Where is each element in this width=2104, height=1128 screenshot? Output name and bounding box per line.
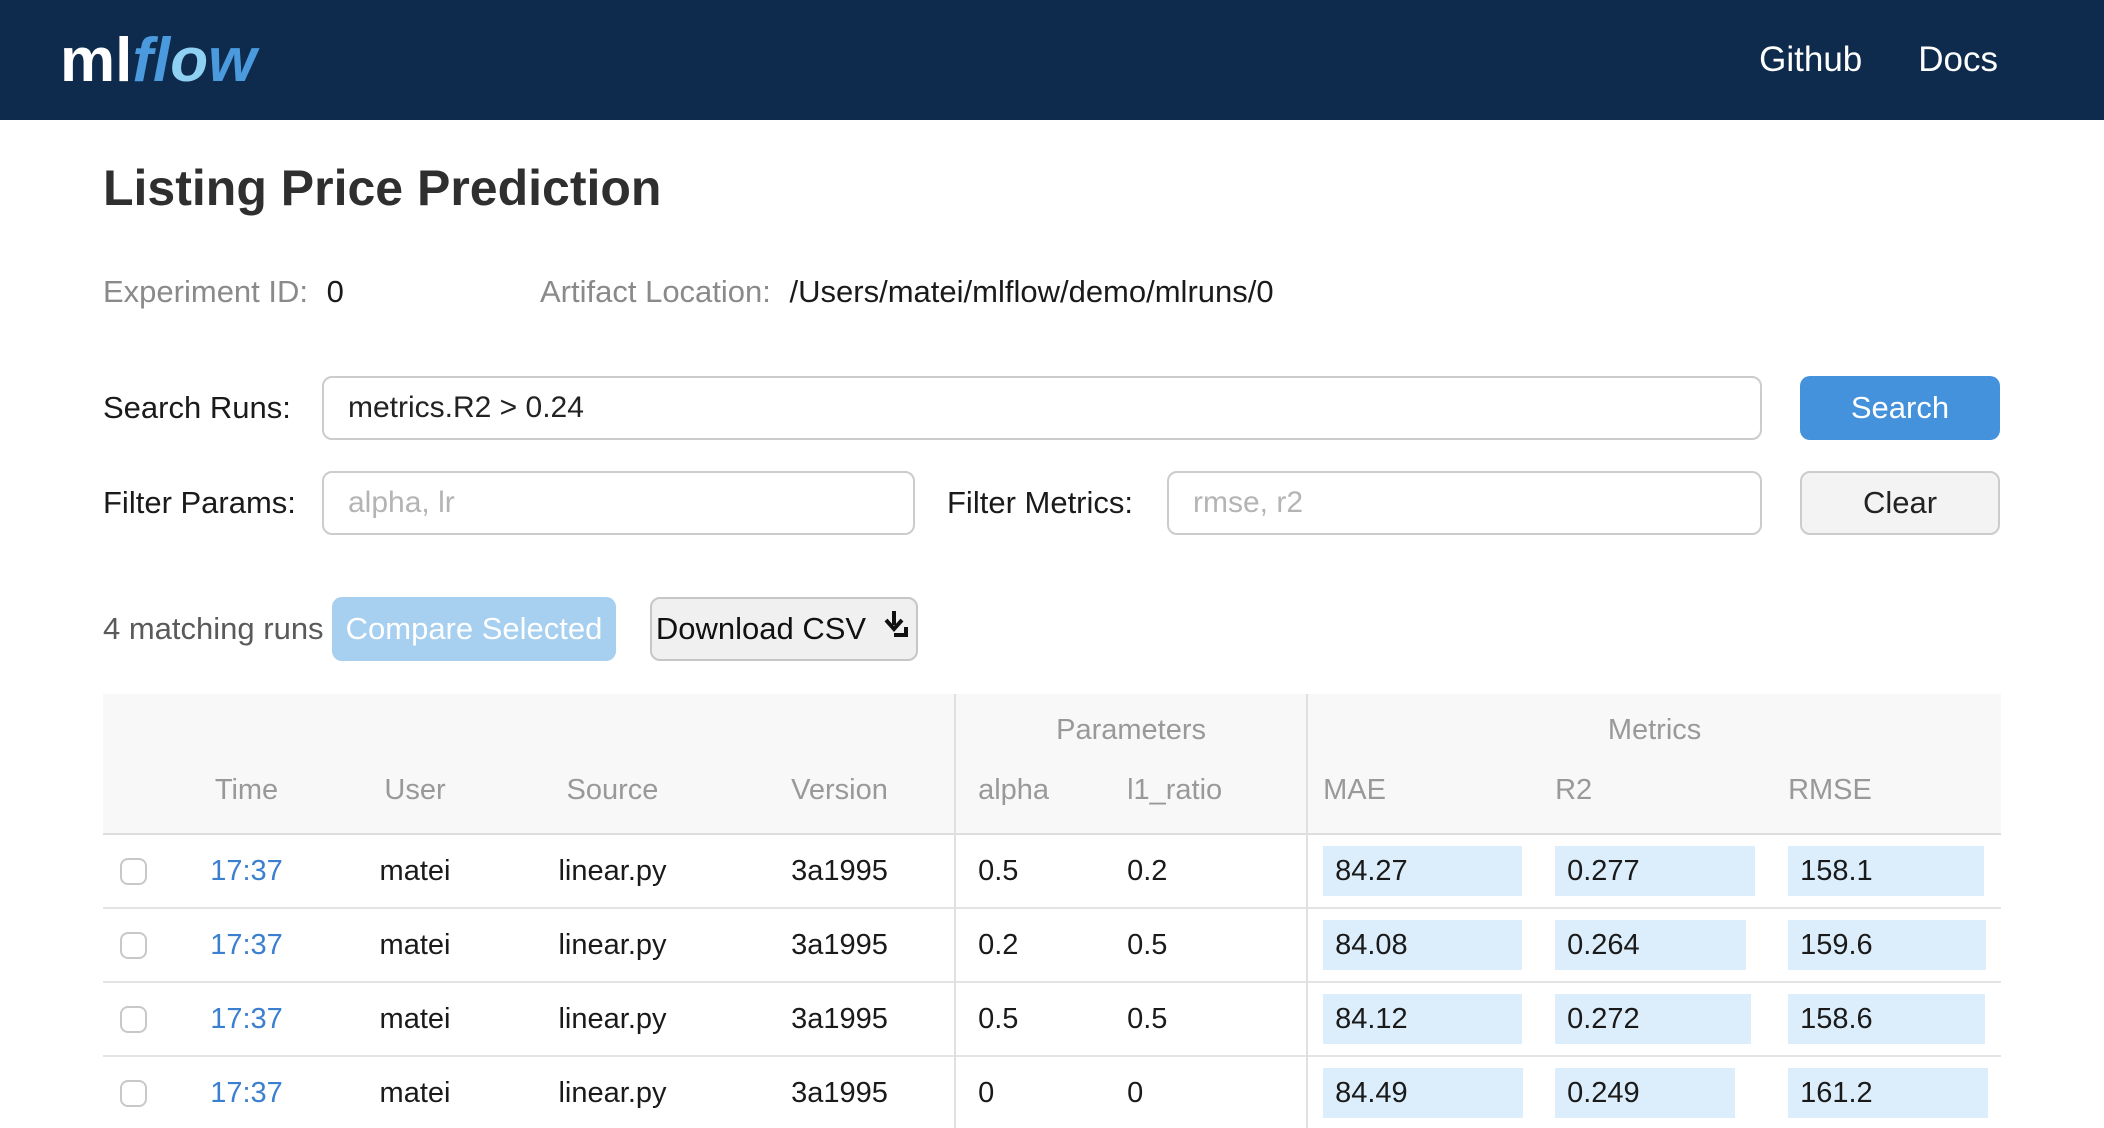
run-checkbox[interactable] bbox=[119, 1006, 147, 1034]
artifact-location-item: Artifact Location: /Users/matei/mlflow/d… bbox=[540, 274, 1274, 310]
run-checkbox[interactable] bbox=[119, 932, 147, 960]
column-header-l1-ratio: l1_ratio bbox=[1127, 774, 1223, 806]
logo-ml-text: ml bbox=[60, 25, 133, 95]
nav-link-docs[interactable]: Docs bbox=[1918, 40, 1998, 80]
run-version: 3a1995 bbox=[791, 1002, 888, 1035]
run-time-link[interactable]: 17:37 bbox=[210, 929, 283, 961]
run-user: matei bbox=[379, 854, 451, 887]
download-icon bbox=[880, 609, 912, 649]
top-navbar: ml flow Github Docs bbox=[0, 0, 2104, 120]
navbar-links: Github Docs bbox=[1759, 40, 2044, 80]
group-header-metrics: Metrics bbox=[1306, 694, 2002, 766]
metric-rmse: 159.6 bbox=[1788, 920, 1987, 970]
filter-metrics-label: Filter Metrics: bbox=[947, 485, 1133, 520]
search-runs-input[interactable] bbox=[322, 376, 1762, 440]
metric-mae: 84.49 bbox=[1323, 1068, 1524, 1118]
run-source: linear.py bbox=[558, 1076, 667, 1109]
column-header-time: Time bbox=[214, 774, 279, 806]
metric-r2: 0.272 bbox=[1555, 994, 1752, 1044]
artifact-location-value: /Users/matei/mlflow/demo/mlruns/0 bbox=[789, 274, 1274, 309]
metric-mae: 84.27 bbox=[1323, 846, 1523, 896]
run-version: 3a1995 bbox=[791, 854, 888, 887]
param-l1-ratio: 0.5 bbox=[1127, 1002, 1168, 1035]
page-title: Listing Price Prediction bbox=[103, 160, 662, 216]
group-header-parameters: Parameters bbox=[954, 694, 1308, 766]
filter-row: Filter Params: Filter Metrics: Clear bbox=[103, 471, 2001, 535]
column-header-alpha: alpha bbox=[954, 766, 1106, 834]
mlflow-logo[interactable]: ml flow bbox=[60, 25, 256, 96]
param-l1-ratio: 0.2 bbox=[1127, 854, 1168, 887]
param-alpha: 0.2 bbox=[954, 908, 1106, 982]
run-version: 3a1995 bbox=[791, 1076, 888, 1109]
run-checkbox[interactable] bbox=[119, 1080, 147, 1108]
compare-selected-button[interactable]: Compare Selected bbox=[332, 597, 616, 661]
param-alpha: 0 bbox=[954, 1056, 1106, 1128]
column-header-checkbox bbox=[103, 766, 163, 834]
download-csv-label: Download CSV bbox=[655, 611, 867, 646]
run-time-link[interactable]: 17:37 bbox=[210, 1077, 283, 1109]
experiment-id-value: 0 bbox=[326, 274, 344, 309]
run-time-link[interactable]: 17:37 bbox=[210, 855, 283, 887]
filter-params-input[interactable] bbox=[322, 471, 915, 535]
param-l1-ratio: 0 bbox=[1127, 1076, 1144, 1109]
experiment-id-label: Experiment ID: bbox=[103, 274, 309, 309]
clear-button[interactable]: Clear bbox=[1800, 471, 2000, 535]
column-header-r2: R2 bbox=[1555, 774, 1593, 806]
metric-r2: 0.264 bbox=[1555, 920, 1747, 970]
matching-runs-count: 4 matching runs bbox=[103, 611, 324, 646]
search-button[interactable]: Search bbox=[1800, 376, 2000, 440]
param-alpha: 0.5 bbox=[954, 982, 1106, 1056]
run-checkbox[interactable] bbox=[119, 858, 147, 886]
filter-metrics-input[interactable] bbox=[1167, 471, 1762, 535]
metric-r2: 0.249 bbox=[1555, 1068, 1736, 1118]
metric-mae: 84.12 bbox=[1323, 994, 1523, 1044]
column-header-rmse: RMSE bbox=[1788, 774, 1872, 806]
group-header-spacer bbox=[103, 694, 955, 766]
search-runs-row: Search Runs: Search bbox=[103, 376, 2001, 440]
metric-rmse: 158.6 bbox=[1788, 994, 1986, 1044]
runs-table: Parameters Metrics Time User Source Vers… bbox=[103, 694, 2002, 1128]
metric-rmse: 158.1 bbox=[1788, 846, 1985, 896]
metric-rmse: 161.2 bbox=[1788, 1068, 1989, 1118]
experiment-id-item: Experiment ID: 0 bbox=[103, 274, 540, 310]
column-header-mae: MAE bbox=[1306, 766, 1541, 834]
run-user: matei bbox=[379, 1076, 451, 1109]
run-time-link[interactable]: 17:37 bbox=[210, 1003, 283, 1035]
metric-r2: 0.277 bbox=[1555, 846, 1756, 896]
run-row: 17:37 matei linear.py 3a1995 0.5 0.2 84.27 0.27… bbox=[103, 834, 2002, 908]
run-row: 17:37 matei linear.py 3a1995 0.2 0.5 84.08 0.26… bbox=[103, 908, 2002, 982]
runs-table-header: Parameters Metrics Time User Source Vers… bbox=[103, 694, 2002, 834]
column-header-user: User bbox=[384, 774, 446, 806]
metric-mae: 84.08 bbox=[1323, 920, 1523, 970]
search-runs-label: Search Runs: bbox=[103, 390, 291, 425]
artifact-location-label: Artifact Location: bbox=[540, 274, 771, 309]
column-header-version: Version bbox=[791, 774, 888, 806]
download-csv-button[interactable]: Download CSV bbox=[650, 597, 918, 661]
param-l1-ratio: 0.5 bbox=[1127, 928, 1168, 961]
run-user: matei bbox=[379, 1002, 451, 1035]
run-row: 17:37 matei linear.py 3a1995 0 0 84.49 0.249 161… bbox=[103, 1056, 2001, 1128]
run-source: linear.py bbox=[558, 854, 667, 887]
runs-table-body: 17:37 matei linear.py 3a1995 0.5 0.2 84.27 0.27… bbox=[103, 834, 2002, 1128]
logo-flow-text: flow bbox=[132, 25, 257, 95]
table-actions-row: 4 matching runs Compare Selected Downloa… bbox=[103, 597, 2001, 661]
filter-params-label: Filter Params: bbox=[103, 485, 296, 520]
run-user: matei bbox=[379, 928, 451, 961]
experiment-info-row: Experiment ID: 0 Artifact Location: /Use… bbox=[103, 274, 2001, 310]
nav-link-github[interactable]: Github bbox=[1759, 40, 1862, 80]
run-source: linear.py bbox=[558, 1002, 667, 1035]
run-source: linear.py bbox=[558, 928, 667, 961]
main-content: Listing Price Prediction Experiment ID: … bbox=[0, 120, 2104, 1128]
column-header-source: Source bbox=[566, 774, 659, 806]
run-version: 3a1995 bbox=[791, 928, 888, 961]
param-alpha: 0.5 bbox=[954, 834, 1106, 908]
run-row: 17:37 matei linear.py 3a1995 0.5 0.5 84.12 0.27… bbox=[103, 982, 2002, 1056]
